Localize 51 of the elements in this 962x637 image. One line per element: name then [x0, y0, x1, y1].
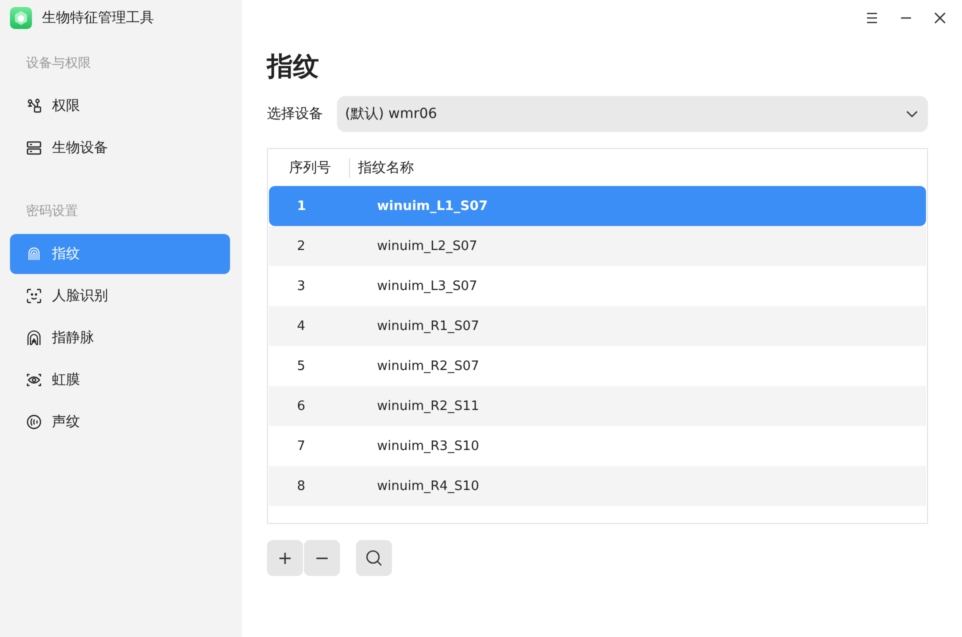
- voiceprint-icon: [26, 414, 42, 430]
- table-cell: winuim_L2_S07: [377, 238, 478, 254]
- table-cell: winuim_L1_S07: [377, 198, 488, 214]
- dropdown-value: (默认) wmr06: [345, 105, 438, 123]
- page-title: 指纹: [267, 51, 320, 84]
- sidebar-item[interactable]: 人脸识别: [10, 276, 230, 316]
- section-heading: 密码设置: [25, 203, 79, 221]
- eye-scan-icon: [26, 372, 42, 388]
- table-cell-text: 6: [296, 398, 306, 414]
- table-cell-text: 2: [296, 238, 306, 254]
- table-cell-text: 1: [296, 198, 308, 214]
- fingerprint-icon: [26, 246, 42, 262]
- sidebar-item[interactable]: 声纹: [10, 402, 230, 442]
- column-header[interactable]: 序列号: [269, 158, 349, 176]
- table-row[interactable]: 3 winuim_L3_S07: [269, 266, 926, 306]
- table-cell-text: 8: [296, 478, 306, 494]
- device-dropdown[interactable]: (默认) wmr06: [337, 96, 928, 132]
- section-heading: 设备与权限: [25, 55, 92, 73]
- finger-vein-icon: [26, 330, 42, 346]
- field-label: 选择设备: [267, 105, 323, 123]
- table-row[interactable]: 8 winuim_R4_S10: [269, 466, 926, 506]
- table-row[interactable]: 7 winuim_R3_S10: [269, 426, 926, 466]
- sidebar-item[interactable]: 指静脉: [10, 318, 230, 358]
- network-icon: [26, 98, 42, 114]
- table-cell-text: 4: [296, 318, 306, 334]
- toolbar-button[interactable]: +: [267, 540, 303, 576]
- table-cell: winuim_R1_S07: [377, 318, 480, 334]
- column-header[interactable]: 指纹名称: [349, 158, 414, 178]
- face-scan-icon: [26, 288, 42, 304]
- app-logo-icon: [10, 7, 32, 29]
- table-row[interactable]: 6 winuim_R2_S11: [269, 386, 926, 426]
- app-title: 生物特征管理工具: [42, 9, 154, 27]
- table-cell-text: 5: [296, 358, 306, 374]
- sidebar-item[interactable]: 生物设备: [10, 128, 230, 168]
- table-cell-text: 7: [296, 438, 306, 454]
- table-row[interactable]: 5 winuim_R2_S07: [269, 346, 926, 386]
- table-cell: winuim_R2_S11: [377, 398, 480, 414]
- table-cell: winuim_R4_S10: [377, 478, 480, 494]
- table-cell: winuim_R2_S07: [377, 358, 480, 374]
- server-icon: [26, 140, 42, 156]
- table-row[interactable]: 2 winuim_L2_S07: [269, 226, 926, 266]
- chevron-down-icon: [906, 110, 918, 118]
- table-cell: winuim_R3_S10: [377, 438, 480, 454]
- table-cell: winuim_L3_S07: [377, 278, 478, 294]
- search-icon: [365, 549, 383, 567]
- sidebar-item[interactable]: 权限: [10, 86, 230, 126]
- toolbar-button[interactable]: −: [304, 540, 340, 576]
- search-button[interactable]: [356, 540, 392, 576]
- table-cell-text: 3: [296, 278, 306, 294]
- sidebar-item[interactable]: 虹膜: [10, 360, 230, 400]
- table-row[interactable]: 4 winuim_R1_S07: [269, 306, 926, 346]
